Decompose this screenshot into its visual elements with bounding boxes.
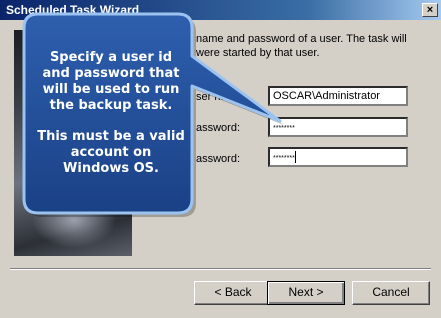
next-button[interactable]: Next > bbox=[267, 281, 345, 305]
confirm-password-label: assword: bbox=[196, 153, 241, 165]
close-icon: × bbox=[426, 4, 434, 16]
callout-instruction: Specify a user id and password that will… bbox=[42, 50, 180, 113]
separator-highlight bbox=[10, 269, 431, 270]
username-field[interactable]: OSCAR\Administrator bbox=[268, 86, 408, 106]
password-value: ******** bbox=[273, 125, 295, 132]
callout-note: This must be a valid account on Windows … bbox=[37, 129, 185, 176]
password-label: assword: bbox=[196, 122, 241, 134]
title-bar: Scheduled Task Wizard × bbox=[0, 0, 441, 20]
close-button[interactable]: × bbox=[422, 3, 438, 17]
cancel-button[interactable]: Cancel bbox=[352, 281, 430, 305]
text-caret bbox=[294, 151, 296, 164]
back-button[interactable]: < Back bbox=[194, 281, 272, 305]
confirm-password-field[interactable]: ******** bbox=[268, 147, 408, 167]
callout-text: Specify a user id and password that will… bbox=[36, 50, 186, 192]
username-value: OSCAR\Administrator bbox=[273, 90, 380, 102]
password-field[interactable]: ******** bbox=[268, 117, 408, 137]
confirm-password-value: ******** bbox=[273, 155, 295, 162]
username-label: ser na bbox=[196, 91, 227, 103]
instruction-text: name and password of a user. The task wi… bbox=[196, 33, 407, 59]
window-title: Scheduled Task Wizard bbox=[6, 3, 140, 17]
